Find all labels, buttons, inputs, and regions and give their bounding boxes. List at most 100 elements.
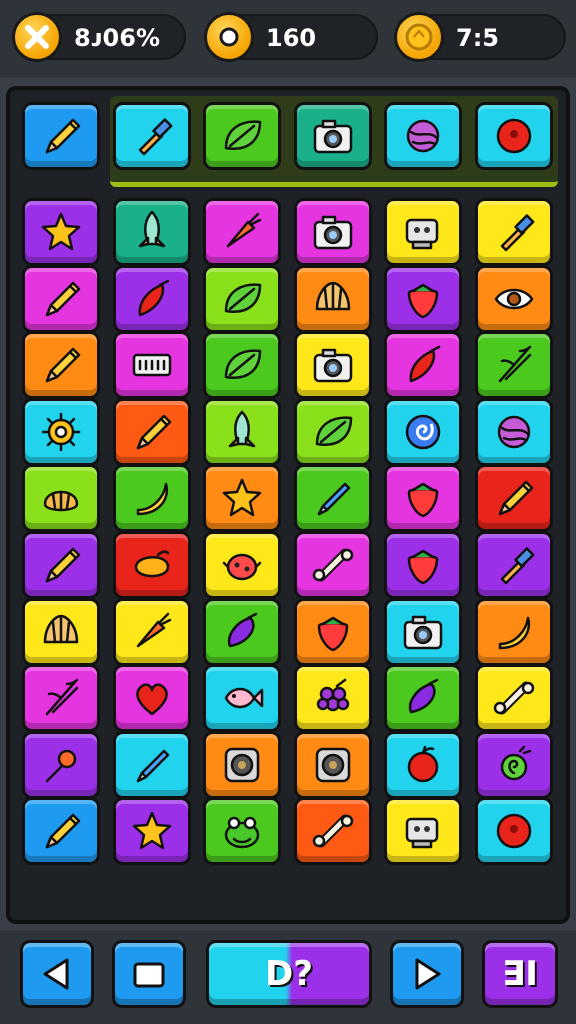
board-tile[interactable]: [112, 397, 191, 466]
mango-icon: [134, 550, 169, 578]
board-tile[interactable]: [474, 264, 553, 333]
board-tile[interactable]: [22, 264, 100, 333]
board-tile[interactable]: [384, 531, 462, 599]
board-tile[interactable]: [474, 464, 553, 533]
board-tile[interactable]: [112, 464, 191, 533]
board-tile[interactable]: [22, 531, 100, 599]
strawberry-icon: [407, 549, 439, 585]
ball-icon: [496, 118, 531, 154]
board-tile[interactable]: [384, 464, 462, 533]
board-tile[interactable]: [384, 664, 462, 733]
hint-button[interactable]: D?: [206, 940, 372, 1008]
board-tile[interactable]: [474, 331, 553, 400]
board-tile[interactable]: [203, 730, 281, 799]
board-tile[interactable]: [384, 264, 462, 333]
board-tile[interactable]: [112, 264, 191, 333]
pencil-icon: [45, 118, 81, 154]
banana-icon: [136, 483, 168, 516]
robot-icon: [405, 218, 439, 250]
board-tile[interactable]: [293, 797, 372, 866]
board-tile[interactable]: [293, 730, 372, 799]
board-tile[interactable]: [203, 464, 281, 533]
board-tile[interactable]: [293, 664, 372, 733]
board-tile[interactable]: [112, 730, 191, 799]
leaf-icon: [224, 120, 262, 151]
board-tile[interactable]: [293, 531, 372, 599]
board-tile[interactable]: [474, 797, 553, 866]
speaker-icon: [315, 747, 350, 783]
collection-slot[interactable]: [203, 102, 281, 170]
board-tile[interactable]: [384, 397, 462, 466]
board-tile[interactable]: [203, 664, 281, 733]
spiral-icon: [405, 414, 441, 450]
prev-button[interactable]: [20, 940, 94, 1008]
board-tile[interactable]: [203, 198, 281, 266]
board-tile[interactable]: [22, 797, 100, 866]
next-button[interactable]: [390, 940, 464, 1008]
collection-slot[interactable]: [384, 102, 462, 170]
board-tile[interactable]: [293, 397, 372, 466]
frog-icon: [224, 817, 260, 849]
board-tile[interactable]: [384, 198, 462, 266]
board-tile[interactable]: [474, 397, 553, 466]
board-tile[interactable]: [293, 198, 372, 266]
board-tile[interactable]: [112, 531, 191, 599]
board-tile[interactable]: [112, 664, 191, 733]
brush-icon: [500, 214, 534, 252]
board-tile[interactable]: [474, 730, 553, 799]
board-tile[interactable]: [474, 664, 553, 733]
menu-button[interactable]: ∃I: [482, 940, 558, 1008]
timer-coin-icon: [394, 12, 444, 62]
speaker-icon: [224, 747, 260, 783]
pencil-icon: [45, 347, 81, 383]
hint-label: D?: [265, 954, 313, 994]
close-x-coin-icon[interactable]: [12, 12, 62, 62]
board-tile[interactable]: [293, 597, 372, 666]
board-tile[interactable]: [112, 331, 191, 400]
board-tile[interactable]: [203, 597, 281, 666]
collection-slot[interactable]: [112, 102, 191, 170]
board-tile[interactable]: [22, 331, 100, 400]
board-tile[interactable]: [384, 597, 462, 666]
board-tile[interactable]: [22, 397, 100, 466]
board-tile[interactable]: [474, 198, 553, 266]
banana-icon: [498, 616, 530, 649]
board-tile[interactable]: [474, 531, 553, 599]
star-icon: [132, 812, 171, 850]
square-icon: [133, 962, 165, 988]
collection-slot[interactable]: [474, 102, 553, 170]
strawberry-icon: [317, 616, 348, 651]
board-tile[interactable]: [293, 331, 372, 400]
board-tile[interactable]: [22, 597, 100, 666]
leaf-icon: [224, 349, 262, 380]
board-tile[interactable]: [203, 331, 281, 400]
board-tile[interactable]: [384, 797, 462, 866]
board-tile[interactable]: [203, 531, 281, 599]
board-tile[interactable]: [203, 264, 281, 333]
board-tile[interactable]: [22, 198, 100, 266]
bug-icon: [222, 553, 262, 581]
bone-icon: [312, 548, 353, 582]
board-tile[interactable]: [112, 797, 191, 866]
pencil-icon: [498, 481, 533, 516]
yarn-icon: [406, 119, 440, 153]
board-tile[interactable]: [293, 464, 372, 533]
board-tile[interactable]: [474, 597, 553, 666]
board-tile[interactable]: [384, 730, 462, 799]
collection-slot[interactable]: [293, 102, 372, 170]
board-tile[interactable]: [112, 198, 191, 266]
bread-icon: [43, 491, 79, 512]
board-tile[interactable]: [293, 264, 372, 333]
board-tile[interactable]: [384, 331, 462, 400]
board-tile[interactable]: [22, 464, 100, 533]
grapes-icon: [316, 678, 349, 712]
coin-icon: [204, 12, 254, 62]
stop-button[interactable]: [112, 940, 186, 1008]
board-tile[interactable]: [22, 730, 100, 799]
board-tile[interactable]: [22, 664, 100, 733]
board-tile[interactable]: [112, 597, 191, 666]
board-tile[interactable]: [203, 397, 281, 466]
robot-icon: [405, 818, 439, 849]
board-tile[interactable]: [203, 797, 281, 866]
collection-slot[interactable]: [22, 102, 100, 170]
